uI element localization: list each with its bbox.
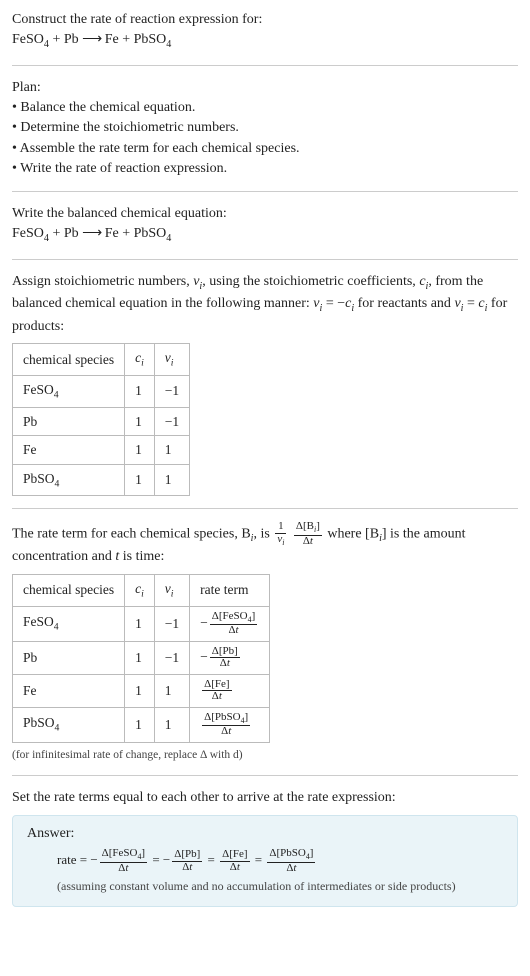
rateterm-table: chemical species ci νi rate term FeSO41−… [12, 574, 270, 743]
cell: 1 [125, 436, 155, 465]
divider [12, 259, 518, 260]
cell: Fe [13, 436, 125, 465]
cell: 1 [154, 707, 189, 742]
table-header-row: chemical species ci νi rate term [13, 574, 270, 606]
table-row: Pb1−1−Δ[Pb]Δt [13, 641, 270, 674]
col-vi: νi [154, 344, 189, 376]
cell: FeSO4 [13, 606, 125, 641]
cell: 1 [125, 464, 155, 496]
table-row: PbSO411Δ[PbSO4]Δt [13, 707, 270, 742]
plan-item: • Assemble the rate term for each chemic… [12, 139, 518, 159]
title: Construct the rate of reaction expressio… [12, 10, 518, 30]
col-vi: νi [154, 574, 189, 606]
cell: PbSO4 [13, 464, 125, 496]
cell: 1 [125, 674, 155, 707]
table-row: Fe11 [13, 436, 190, 465]
cell: 1 [125, 606, 155, 641]
plan-item-text: Determine the stoichiometric numbers. [20, 120, 239, 135]
answer-label: Answer: [27, 824, 503, 844]
cell: −Δ[Pb]Δt [190, 641, 270, 674]
cell: Pb [13, 407, 125, 436]
cell: 1 [125, 375, 155, 407]
stoich-text: Assign stoichiometric numbers, νi, using… [12, 272, 518, 337]
table-row: FeSO41−1−Δ[FeSO4]Δt [13, 606, 270, 641]
cell: Δ[Fe]Δt [190, 674, 270, 707]
col-species: chemical species [13, 574, 125, 606]
answer-box: Answer: rate = −Δ[FeSO4]Δt = −Δ[Pb]Δt = … [12, 815, 518, 907]
divider [12, 508, 518, 509]
divider [12, 191, 518, 192]
cell: Δ[PbSO4]Δt [190, 707, 270, 742]
cell: −1 [154, 606, 189, 641]
cell: PbSO4 [13, 707, 125, 742]
infinitesimal-note: (for infinitesimal rate of change, repla… [12, 747, 518, 764]
cell: 1 [125, 641, 155, 674]
reaction-equation: FeSO4 + Pb ⟶ Fe + PbSO4 [12, 30, 518, 52]
col-ci: ci [125, 574, 155, 606]
col-ci: ci [125, 344, 155, 376]
plan-item: • Determine the stoichiometric numbers. [12, 118, 518, 138]
col-rate: rate term [190, 574, 270, 606]
cell: 1 [125, 407, 155, 436]
cell: −1 [154, 375, 189, 407]
plan-heading: Plan: [12, 78, 518, 98]
rateterm-intro: The rate term for each chemical species,… [12, 521, 518, 567]
answer-rate: rate = −Δ[FeSO4]Δt = −Δ[Pb]Δt = Δ[Fe]Δt … [57, 848, 503, 874]
cell: −1 [154, 407, 189, 436]
balanced-heading: Write the balanced chemical equation: [12, 204, 518, 224]
cell: 1 [154, 674, 189, 707]
set-equal-section: Set the rate terms equal to each other t… [12, 788, 518, 906]
plan-item-text: Write the rate of reaction expression. [20, 161, 227, 176]
plan-item: • Balance the chemical equation. [12, 98, 518, 118]
col-species: chemical species [13, 344, 125, 376]
cell: Fe [13, 674, 125, 707]
plan-item-text: Assemble the rate term for each chemical… [20, 141, 300, 156]
divider [12, 775, 518, 776]
problem-statement: Construct the rate of reaction expressio… [12, 10, 518, 53]
table-row: PbSO411 [13, 464, 190, 496]
table-header-row: chemical species ci νi [13, 344, 190, 376]
table-row: Fe11Δ[Fe]Δt [13, 674, 270, 707]
balanced-section: Write the balanced chemical equation: Fe… [12, 204, 518, 247]
cell: 1 [125, 707, 155, 742]
stoich-section: Assign stoichiometric numbers, νi, using… [12, 272, 518, 497]
stoich-table: chemical species ci νi FeSO41−1 Pb1−1 Fe… [12, 343, 190, 496]
cell: 1 [154, 436, 189, 465]
plan-item-text: Balance the chemical equation. [20, 100, 195, 115]
rateterm-section: The rate term for each chemical species,… [12, 521, 518, 763]
balanced-equation: FeSO4 + Pb ⟶ Fe + PbSO4 [12, 224, 518, 246]
cell: 1 [154, 464, 189, 496]
cell: −Δ[FeSO4]Δt [190, 606, 270, 641]
cell: −1 [154, 641, 189, 674]
answer-assumption: (assuming constant volume and no accumul… [57, 878, 503, 895]
table-row: FeSO41−1 [13, 375, 190, 407]
cell: Pb [13, 641, 125, 674]
cell: FeSO4 [13, 375, 125, 407]
table-row: Pb1−1 [13, 407, 190, 436]
divider [12, 65, 518, 66]
plan-section: Plan: • Balance the chemical equation. •… [12, 78, 518, 179]
set-equal-text: Set the rate terms equal to each other t… [12, 788, 518, 808]
plan-item: • Write the rate of reaction expression. [12, 159, 518, 179]
